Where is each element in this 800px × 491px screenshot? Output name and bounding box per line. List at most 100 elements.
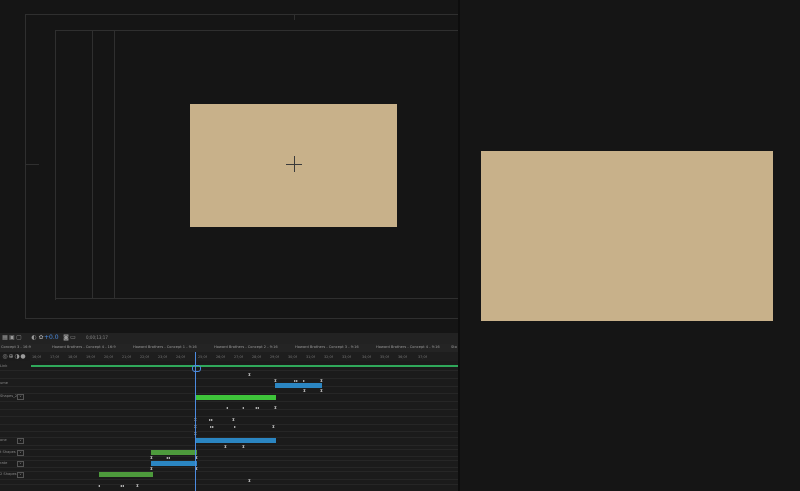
ruler-tick: 16;0f bbox=[32, 355, 41, 359]
ruler-tick: 20;0f bbox=[104, 355, 113, 359]
layer-name[interactable]: 2 Shapes bbox=[0, 472, 17, 477]
layer-bar[interactable] bbox=[151, 450, 197, 455]
preview-frame bbox=[481, 151, 773, 321]
keyframe-icon[interactable]: ⧗ bbox=[303, 389, 306, 393]
ruler-tick: 37;0f bbox=[418, 355, 427, 359]
snapshot-icon[interactable]: ◙ bbox=[63, 335, 69, 341]
exposure-value[interactable]: +0.0 bbox=[44, 335, 59, 341]
layer-bar[interactable] bbox=[195, 395, 276, 400]
row-separator bbox=[0, 479, 458, 480]
guide-line bbox=[114, 30, 115, 298]
keyframe-icon[interactable]: ⧗ bbox=[274, 406, 277, 410]
tab-concept-2-916[interactable]: Howard Brothers - Concept 2 - 9:16 bbox=[214, 345, 278, 350]
ruler-tick: 23;0f bbox=[158, 355, 167, 359]
layer-name[interactable]: rate bbox=[0, 461, 7, 466]
title-guide-left bbox=[55, 30, 56, 300]
grid-icon[interactable]: ▦ bbox=[2, 335, 8, 341]
keyframe-icon[interactable]: ◂◂ bbox=[120, 484, 124, 488]
parent-dropdown[interactable]: v bbox=[17, 394, 24, 400]
ruler-tick: 30;0f bbox=[288, 355, 297, 359]
tab-concept-4-169[interactable]: Howard Brothers - Concept 4 - 16:9 bbox=[52, 345, 116, 350]
ruler-tick: 32;0f bbox=[324, 355, 333, 359]
keyframe-icon[interactable]: ◂◂ bbox=[166, 456, 170, 460]
safe-guide-top bbox=[25, 14, 458, 15]
layer-bar[interactable] bbox=[275, 383, 322, 388]
layer-name[interactable]: Link bbox=[0, 364, 7, 369]
keyframe-icon[interactable]: ▸▸ bbox=[209, 418, 213, 422]
region-icon[interactable]: ▭ bbox=[70, 335, 76, 341]
keyframe-icon[interactable]: ⧗ bbox=[224, 445, 227, 449]
keyframe-icon[interactable]: ▸▸ bbox=[294, 379, 298, 383]
keyframe-icon[interactable]: ⧗ bbox=[248, 373, 251, 377]
ruler-tick: 17;0f bbox=[50, 355, 59, 359]
parent-dropdown[interactable]: v bbox=[17, 472, 24, 478]
keyframe-icon[interactable]: ⧗ bbox=[150, 467, 153, 471]
ruler-tick: 28;0f bbox=[252, 355, 261, 359]
tab-concept-4-916[interactable]: Howard Brothers - Concept 4 - 9:16 bbox=[376, 345, 440, 350]
mask-icon[interactable]: ▣ bbox=[9, 335, 15, 341]
work-area-bar[interactable] bbox=[31, 365, 458, 367]
tab-concept-1-916[interactable]: Howard Brothers - Concept 1 - 9:16 bbox=[133, 345, 197, 350]
view-icon[interactable]: ▢ bbox=[16, 335, 22, 341]
tab-concept-3[interactable]: Concept 3 - 16:9 bbox=[1, 345, 31, 350]
keyframe-icon[interactable]: ⧗ bbox=[150, 456, 153, 460]
tab-overflow[interactable]: Sto bbox=[451, 345, 457, 350]
playhead[interactable] bbox=[195, 352, 196, 491]
keyframe-icon[interactable]: ⧗ bbox=[320, 379, 323, 383]
title-guide-top bbox=[55, 30, 458, 31]
ruler-tick: 18;0f bbox=[68, 355, 77, 359]
keyframe-icon[interactable]: ⧗ bbox=[232, 418, 235, 422]
row-separator bbox=[0, 424, 458, 425]
playhead-handle-icon[interactable] bbox=[192, 365, 201, 372]
parent-dropdown[interactable]: v bbox=[17, 438, 24, 444]
anchor-crosshair-icon bbox=[294, 156, 295, 172]
keyframe-icon[interactable]: ⧗ bbox=[320, 389, 323, 393]
keyframe-icon[interactable]: ◂◂ bbox=[255, 406, 259, 410]
row-separator bbox=[0, 370, 458, 371]
current-timecode[interactable]: 0;00;13;17 bbox=[86, 335, 108, 341]
row-separator bbox=[0, 471, 458, 472]
motion-blur-icon[interactable]: ● bbox=[20, 354, 26, 360]
row-separator bbox=[0, 416, 458, 417]
ruler-tick: 33;0f bbox=[342, 355, 351, 359]
layer-bar[interactable] bbox=[195, 438, 276, 443]
keyframe-icon[interactable]: ⧗ bbox=[242, 445, 245, 449]
keyframe-icon[interactable]: ▸ bbox=[303, 379, 305, 383]
ruler-tick: 27;0f bbox=[234, 355, 243, 359]
keyframe-icon[interactable]: ◂ bbox=[242, 406, 244, 410]
row-separator bbox=[0, 484, 458, 485]
ruler-tick: 22;0f bbox=[140, 355, 149, 359]
ruler-tick: 24;0f bbox=[176, 355, 185, 359]
ruler-tick: 31;0f bbox=[306, 355, 315, 359]
keyframe-icon[interactable]: ▸▸ bbox=[210, 425, 214, 429]
row-separator bbox=[0, 467, 458, 468]
row-separator bbox=[0, 460, 458, 461]
panel-divider[interactable] bbox=[458, 0, 460, 491]
keyframe-icon[interactable]: ⧗ bbox=[272, 425, 275, 429]
row-separator bbox=[0, 386, 458, 387]
layer-bar[interactable] bbox=[99, 472, 153, 477]
layer-bar[interactable] bbox=[151, 461, 197, 466]
layer-name[interactable]: Shapes_2 bbox=[0, 394, 17, 399]
guide-line bbox=[92, 30, 93, 298]
ruler-tick: 21;0f bbox=[122, 355, 131, 359]
row-separator bbox=[0, 409, 458, 410]
layer-name[interactable]: t Shapes bbox=[0, 450, 16, 455]
row-separator bbox=[0, 393, 458, 394]
keyframe-icon[interactable]: ◂ bbox=[226, 406, 228, 410]
row-separator bbox=[0, 449, 458, 450]
safe-guide-left bbox=[25, 14, 26, 319]
keyframe-icon[interactable]: ⧗ bbox=[248, 479, 251, 483]
row-separator bbox=[0, 401, 458, 402]
camera-icon[interactable]: ◐ bbox=[31, 335, 37, 341]
keyframe-icon[interactable]: ◂ bbox=[98, 484, 100, 488]
tab-concept-3-916[interactable]: Howard Brothers - Concept 3 - 9:16 bbox=[295, 345, 359, 350]
keyframe-icon[interactable]: ▸ bbox=[234, 425, 236, 429]
row-separator bbox=[0, 445, 458, 446]
row-separator bbox=[0, 378, 458, 379]
ruler-tick: 19;0f bbox=[86, 355, 95, 359]
keyframe-icon[interactable]: ⧗ bbox=[136, 484, 139, 488]
row-separator bbox=[0, 431, 458, 432]
keyframe-icon[interactable]: ⧗ bbox=[274, 379, 277, 383]
layer-name[interactable]: one bbox=[0, 438, 7, 443]
